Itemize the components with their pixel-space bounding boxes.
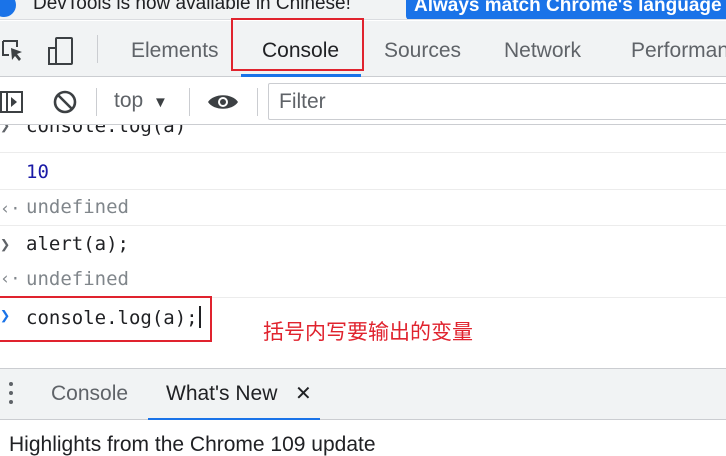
toolbar-divider	[96, 88, 97, 116]
input-chevron-icon: ❯	[0, 235, 11, 255]
context-label: top	[114, 89, 144, 112]
highlights-heading: Highlights from the Chrome 109 update	[9, 433, 376, 456]
drawer-tab-whats-new[interactable]: What's New	[166, 382, 277, 406]
active-tab-indicator	[241, 74, 361, 77]
console-input-text: alert(a);	[26, 233, 129, 255]
console-return-value: undefined	[26, 268, 129, 290]
tab-elements[interactable]: Elements	[131, 21, 219, 77]
live-expression-eye-icon[interactable]	[207, 92, 239, 117]
console-log-row: 10	[0, 153, 726, 190]
console-return-value: undefined	[26, 196, 129, 218]
console-tab-highlight-box	[231, 18, 364, 71]
context-selector[interactable]: top ▼	[114, 89, 168, 113]
more-options-icon[interactable]	[7, 381, 15, 407]
return-arrow-icon: ‹·	[0, 269, 21, 289]
console-log-value: 10	[26, 161, 49, 183]
tab-network[interactable]: Network	[504, 21, 581, 77]
toolbar-divider	[189, 88, 190, 116]
filter-input[interactable]: Filter	[268, 83, 726, 120]
console-toolbar: top ▼ Filter	[0, 78, 726, 125]
sidebar-toggle-icon[interactable]	[0, 90, 24, 119]
tab-sources[interactable]: Sources	[384, 21, 461, 77]
info-icon	[0, 0, 16, 17]
filter-placeholder: Filter	[279, 90, 326, 113]
annotation-text: 括号内写要输出的变量	[263, 320, 473, 344]
console-return-row: ‹· undefined	[0, 190, 726, 226]
drawer-tabbar: Console What's New ✕	[0, 368, 726, 421]
device-toolbar-icon[interactable]	[47, 36, 75, 71]
infobar-message: DevTools is now available in Chinese!	[33, 0, 351, 14]
dropdown-triangle-icon: ▼	[153, 94, 168, 111]
console-return-row: ‹· undefined	[0, 262, 726, 298]
console-input-row: ❯ console.log(a)	[0, 125, 726, 153]
language-infobar: DevTools is now available in Chinese! Al…	[0, 0, 726, 20]
input-chevron-icon: ❯	[0, 125, 11, 136]
console-input-row: ❯ alert(a);	[0, 226, 726, 262]
return-arrow-icon: ‹·	[0, 199, 21, 219]
console-input-text: console.log(a)	[26, 125, 187, 137]
clear-console-icon[interactable]	[52, 89, 78, 120]
close-icon[interactable]: ✕	[295, 381, 312, 406]
prompt-highlight-box	[0, 296, 212, 342]
always-match-language-button[interactable]: Always match Chrome's language	[406, 0, 726, 19]
whats-new-panel: Highlights from the Chrome 109 update	[0, 420, 726, 456]
toolbar-divider	[257, 88, 258, 116]
drawer-tab-console[interactable]: Console	[51, 382, 128, 406]
tab-performance[interactable]: Performance	[631, 21, 726, 77]
toolbar-divider	[97, 35, 98, 63]
inspect-element-icon[interactable]	[1, 39, 25, 68]
